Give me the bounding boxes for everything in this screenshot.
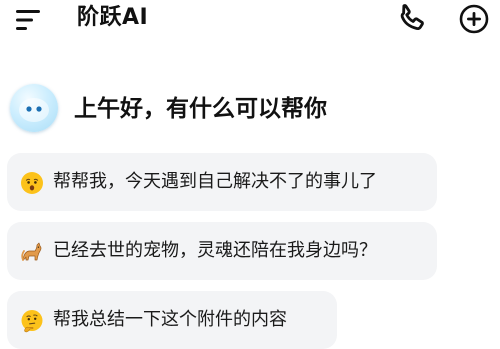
cat-icon bbox=[21, 242, 42, 261]
phone-button[interactable] bbox=[394, 1, 430, 37]
assistant-avatar-face bbox=[19, 98, 49, 122]
app-title: 阶跃AI bbox=[77, 5, 149, 30]
new-chat-button[interactable] bbox=[456, 1, 492, 37]
suggestion-chip[interactable]: 帮我总结一下这个附件的内容 bbox=[7, 291, 337, 349]
assistant-avatar bbox=[10, 84, 58, 132]
menu-icon bbox=[16, 10, 40, 30]
app-header: 阶跃AI bbox=[0, 0, 500, 46]
new-chat-plus-icon bbox=[459, 4, 489, 34]
suggestion-chip[interactable]: 已经去世的宠物，灵魂还陪在我身边吗？ bbox=[7, 222, 437, 280]
worried-face-icon bbox=[21, 172, 43, 194]
suggestion-chip[interactable]: 帮帮我，今天遇到自己解决不了的事儿了 bbox=[7, 153, 437, 211]
greeting-text: 上午好，有什么可以帮你 bbox=[74, 96, 327, 122]
suggestion-text: 已经去世的宠物，灵魂还陪在我身边吗？ bbox=[53, 240, 377, 261]
phone-icon bbox=[400, 4, 424, 31]
suggestion-text: 帮帮我，今天遇到自己解决不了的事儿了 bbox=[53, 171, 377, 192]
menu-button[interactable] bbox=[12, 3, 46, 37]
suggestion-text: 帮我总结一下这个附件的内容 bbox=[53, 309, 287, 330]
thinking-face-icon bbox=[21, 310, 43, 333]
